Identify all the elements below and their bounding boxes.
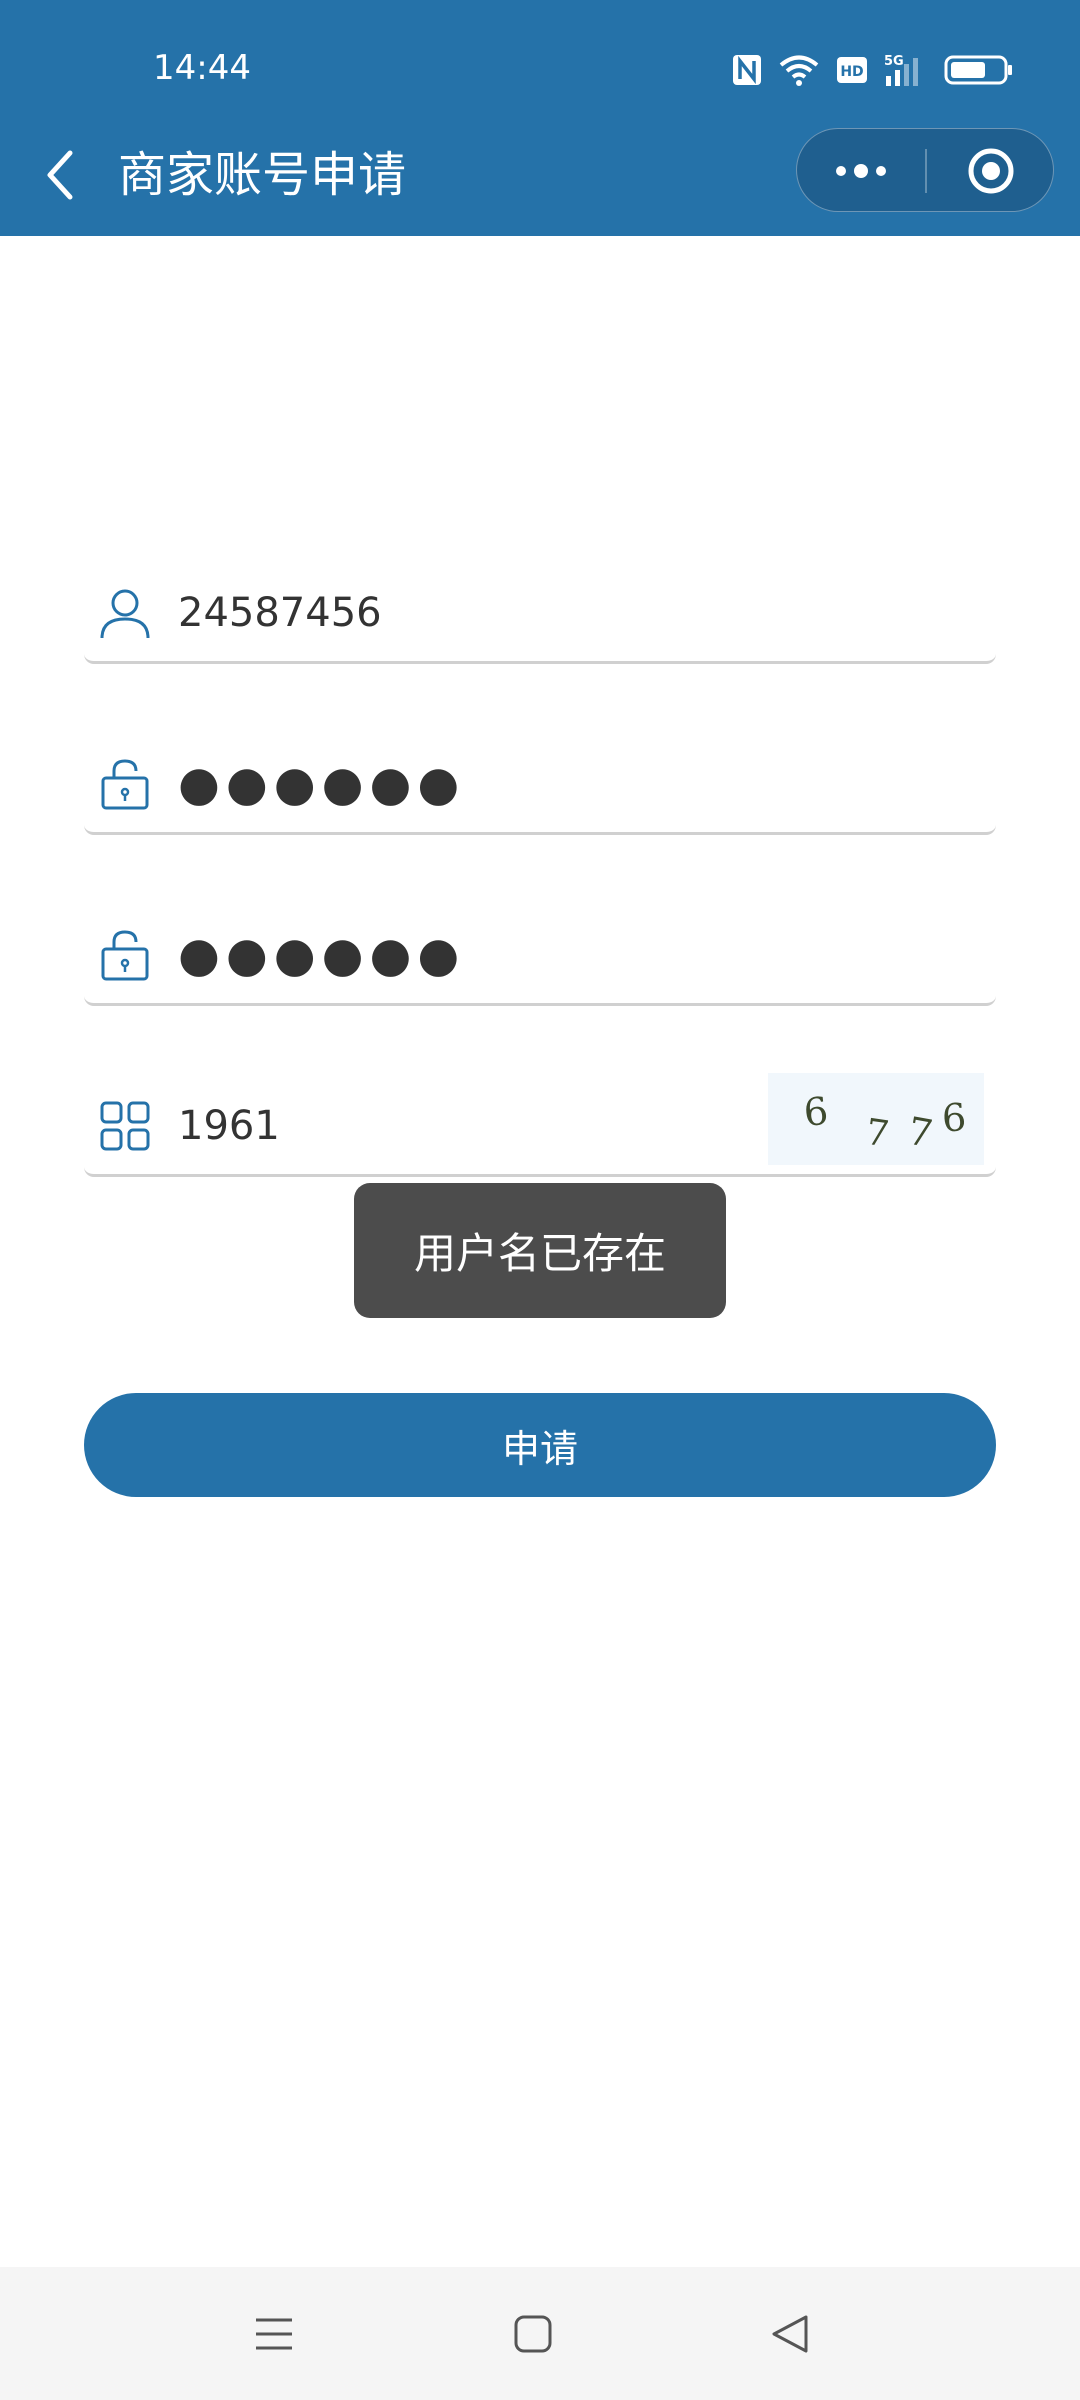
svg-text:7: 7 xyxy=(863,1112,891,1156)
confirm-password-field xyxy=(84,906,996,1006)
hd-icon: HD xyxy=(836,55,868,85)
password-input[interactable] xyxy=(178,749,818,819)
captcha-digits: 6 7 7 6 xyxy=(802,1089,968,1157)
menu-icon xyxy=(256,2318,292,2349)
nfc-icon xyxy=(732,54,762,86)
status-bar: 14:44 HD 5G xyxy=(0,0,1080,120)
captcha-field: 6 7 7 6 xyxy=(84,1073,996,1177)
chevron-left-icon xyxy=(47,150,73,200)
lock-icon xyxy=(101,930,149,981)
svg-text:6: 6 xyxy=(802,1089,831,1135)
system-navigation-bar xyxy=(0,2267,1080,2400)
back-button[interactable] xyxy=(30,142,90,208)
grid-icon xyxy=(100,1101,150,1151)
status-time: 14:44 xyxy=(153,48,251,88)
app-header: 14:44 HD 5G 商家账号申请 xyxy=(0,0,1080,236)
mini-program-capsule xyxy=(796,128,1054,212)
more-button[interactable] xyxy=(797,129,925,213)
svg-text:7: 7 xyxy=(905,1109,936,1157)
nav-bar: 商家账号申请 xyxy=(0,120,1080,236)
wifi-icon xyxy=(778,53,820,87)
system-back-button[interactable] xyxy=(730,2267,850,2400)
username-field xyxy=(84,564,996,664)
error-toast: 用户名已存在 xyxy=(354,1183,726,1318)
lock-icon xyxy=(101,759,149,810)
username-input[interactable] xyxy=(178,578,818,648)
submit-button[interactable]: 申请 xyxy=(84,1393,996,1497)
captcha-input[interactable] xyxy=(178,1091,818,1161)
captcha-image[interactable]: 6 7 7 6 xyxy=(768,1073,984,1165)
close-mini-program-button[interactable] xyxy=(927,129,1055,213)
more-dots-icon xyxy=(836,164,886,178)
page-title: 商家账号申请 xyxy=(118,147,407,203)
svg-text:HD: HD xyxy=(840,64,863,80)
user-icon xyxy=(100,589,150,639)
password-field xyxy=(84,735,996,835)
battery-icon xyxy=(944,54,1014,86)
svg-text:5G: 5G xyxy=(884,54,904,69)
system-menu-button[interactable] xyxy=(214,2267,334,2400)
target-circle-icon xyxy=(968,148,1014,194)
confirm-password-input[interactable] xyxy=(178,920,818,990)
svg-text:6: 6 xyxy=(940,1095,967,1141)
signal-5g-icon: 5G xyxy=(884,52,928,88)
status-icons: HD 5G xyxy=(732,50,1014,90)
home-square-icon xyxy=(514,2315,552,2352)
back-triangle-icon xyxy=(772,2315,808,2352)
system-home-button[interactable] xyxy=(473,2267,593,2400)
